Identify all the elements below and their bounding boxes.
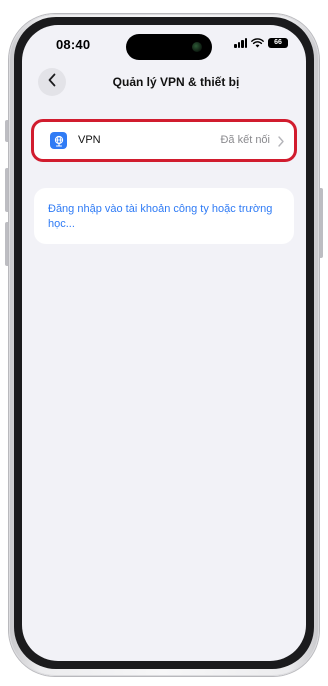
screenshot-stage: 08:40 66 Quản lý VPN & thiết bị VPN Đã k… [0, 0, 328, 686]
status-time: 08:40 [56, 37, 91, 52]
chevron-right-icon [278, 134, 284, 152]
status-bar: 08:40 66 [22, 25, 306, 65]
page-title: Quản lý VPN & thiết bị [112, 75, 240, 89]
signin-card: Đăng nhập vào tài khoản công ty hoặc trư… [34, 188, 294, 244]
signin-link[interactable]: Đăng nhập vào tài khoản công ty hoặc trư… [48, 202, 284, 232]
vpn-globe-icon [50, 132, 67, 149]
chevron-left-icon [47, 73, 57, 92]
battery-icon: 66 [268, 38, 288, 48]
wifi-icon [251, 38, 264, 48]
vpn-row[interactable]: VPN Đã kết nối [34, 122, 294, 159]
status-icons: 66 [234, 38, 288, 48]
signal-icon [234, 38, 247, 48]
vpn-label: VPN [78, 134, 101, 146]
vpn-status: Đã kết nối [220, 134, 270, 146]
phone-screen: 08:40 66 Quản lý VPN & thiết bị VPN Đã k… [22, 25, 306, 661]
back-button[interactable] [38, 68, 66, 96]
camera-icon [192, 42, 202, 52]
dynamic-island [126, 34, 212, 60]
